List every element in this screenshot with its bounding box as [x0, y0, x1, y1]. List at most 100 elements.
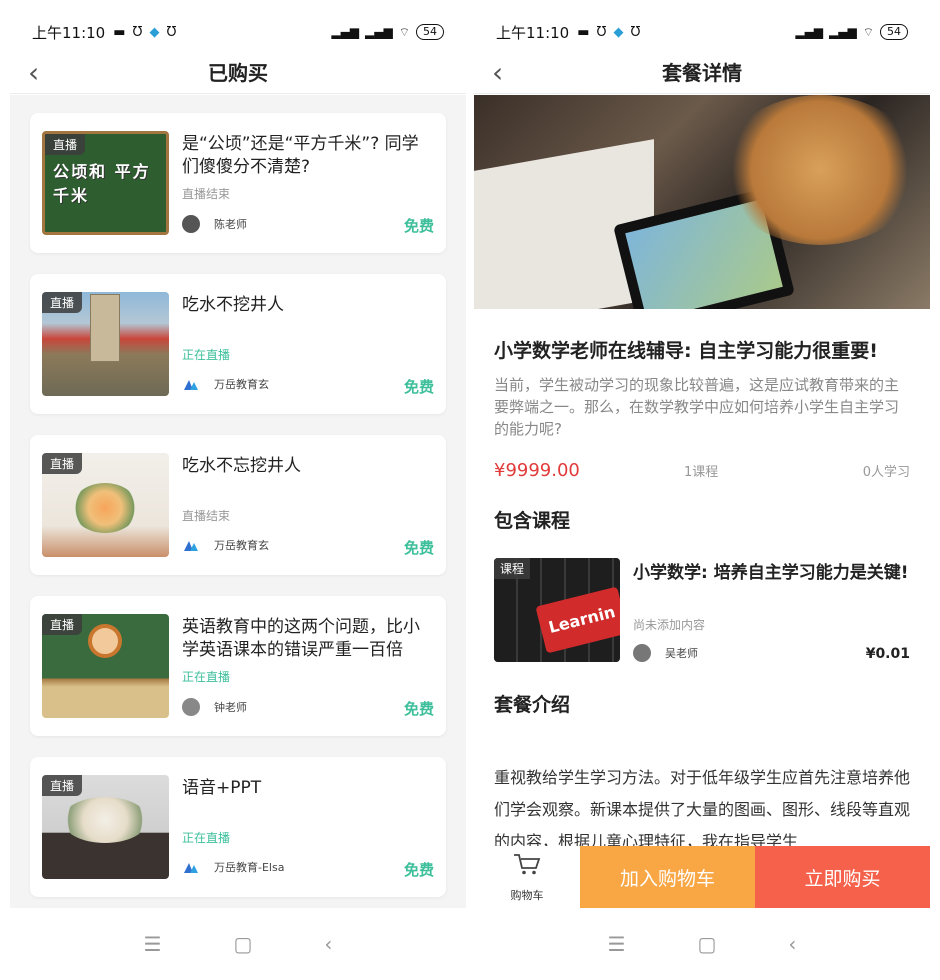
- shield-icon: Ʊ: [630, 24, 641, 40]
- card-title: 语音+PPT: [182, 778, 262, 798]
- system-nav-bar: ☰ ▢ ‹: [10, 908, 466, 980]
- wifi-icon: ⌔: [398, 24, 410, 39]
- back-nav-icon[interactable]: ‹: [788, 932, 796, 956]
- signal-icon: ▂▄▆: [795, 25, 824, 39]
- avatar: [182, 215, 200, 233]
- buy-now-button[interactable]: 立即购买: [755, 846, 930, 909]
- live-badge: 直播: [42, 453, 83, 474]
- add-to-cart-button[interactable]: 加入购物车: [580, 846, 755, 909]
- signal-icon: ▂▄▆: [829, 25, 857, 39]
- price-label: 免费: [403, 217, 434, 235]
- message-icon: ▬: [113, 24, 126, 40]
- battery-icon: 54: [416, 24, 444, 40]
- course-thumbnail: 直播: [42, 614, 169, 718]
- live-badge: 直播: [45, 134, 86, 155]
- course-thumbnail: 直播: [42, 292, 169, 396]
- course-subtitle: 尚未添加内容: [633, 618, 706, 632]
- shield-icon: Ʊ: [132, 24, 143, 40]
- list-item[interactable]: 直播 吃水不挖井人 正在直播 万岳教育玄 免费: [30, 274, 446, 414]
- page-title: 套餐详情: [662, 61, 742, 85]
- brand-logo-icon: [182, 377, 200, 391]
- course-count: 1课程: [684, 465, 719, 480]
- teacher-name: 万岳教育玄: [214, 378, 269, 391]
- list-item[interactable]: Learnin 课程 小学数学: 培养自主学习能力是关键! 尚未添加内容 吴老师…: [494, 558, 910, 664]
- course-price: ¥0.01: [865, 646, 910, 662]
- nav-bar: ‹ 已购买: [10, 50, 466, 94]
- system-nav-bar: ☰ ▢ ‹: [474, 908, 930, 980]
- included-courses-heading: 包含课程: [494, 510, 571, 532]
- menu-icon[interactable]: ☰: [144, 932, 162, 956]
- price-label: 免费: [403, 700, 434, 718]
- package-description: 当前，学生被动学习的现象比较普遍，这是应试教育带来的主要弊端之一。那么，在数学教…: [494, 376, 900, 438]
- home-icon[interactable]: ▢: [698, 932, 717, 956]
- back-icon[interactable]: ‹: [492, 56, 503, 89]
- shield-icon: Ʊ: [596, 24, 607, 40]
- cart-icon: [512, 852, 542, 883]
- home-icon[interactable]: ▢: [234, 932, 253, 956]
- cart-tab[interactable]: 购物车: [474, 846, 580, 909]
- list-item[interactable]: 直播 语音+PPT 正在直播 万岳教育-Elsa 免费: [30, 757, 446, 897]
- hero-image: [474, 95, 930, 309]
- card-status: 正在直播: [182, 670, 231, 684]
- list-item[interactable]: 直播 吃水不忘挖井人 直播结束 万岳教育玄 免费: [30, 435, 446, 575]
- app-icon: ◆: [149, 24, 160, 40]
- thumbnail-text: 公顷和 平方千米: [53, 162, 151, 205]
- avatar: [633, 644, 651, 662]
- avatar: [182, 698, 200, 716]
- back-icon[interactable]: ‹: [28, 56, 39, 89]
- teacher-name: 万岳教育-Elsa: [214, 861, 285, 874]
- card-status: 直播结束: [182, 187, 231, 201]
- card-status: 正在直播: [182, 831, 231, 845]
- package-title: 小学数学老师在线辅导: 自主学习能力很重要!: [494, 340, 878, 362]
- right-screen: 上午11:10 ▬ Ʊ ◆ Ʊ ▂▄▆ ▂▄▆ ⌔ 54 ‹ 套餐详情 小学数学…: [474, 0, 930, 980]
- course-title: 小学数学: 培养自主学习能力是关键!: [633, 563, 909, 583]
- teacher-name: 吴老师: [665, 647, 698, 660]
- left-screen: 上午11:10 ▬ Ʊ ◆ Ʊ ▂▄▆ ▂▄▆ ⌔ 54 ‹ 已购买 公顷和 平…: [10, 0, 466, 980]
- course-badge: 课程: [494, 558, 531, 579]
- teacher-name: 万岳教育玄: [214, 539, 269, 552]
- card-status: 直播结束: [182, 509, 231, 523]
- child-head-image: [720, 95, 920, 245]
- signal-icon: ▂▄▆: [331, 25, 360, 39]
- card-title: 是“公顷”还是“平方千米”? 同学们傻傻分不清楚?: [182, 134, 419, 177]
- teacher-name: 陈老师: [214, 218, 247, 231]
- card-title: 吃水不挖井人: [182, 295, 284, 315]
- purchased-list: 公顷和 平方千米 直播 是“公顷”还是“平方千米”? 同学们傻傻分不清楚? 直播…: [10, 95, 466, 908]
- message-icon: ▬: [577, 24, 590, 40]
- live-badge: 直播: [42, 292, 83, 313]
- teacher-name: 钟老师: [214, 701, 247, 714]
- list-item[interactable]: 直播 英语教育中的这两个问题，比小学英语课本的错误严重一百倍 正在直播 钟老师 …: [30, 596, 446, 736]
- learner-count: 0人学习: [862, 465, 910, 480]
- flower-image: [62, 797, 148, 843]
- app-icon: ◆: [613, 24, 624, 40]
- status-bar: 上午11:10 ▬ Ʊ ◆ Ʊ ▂▄▆ ▂▄▆ ⌔ 54: [474, 14, 930, 50]
- flower-image: [72, 483, 138, 533]
- shield-icon: Ʊ: [166, 24, 177, 40]
- action-bar: 购物车 加入购物车 立即购买: [474, 846, 930, 909]
- nav-bar: ‹ 套餐详情: [474, 50, 930, 94]
- stone-tablet-image: [90, 294, 120, 362]
- status-bar: 上午11:10 ▬ Ʊ ◆ Ʊ ▂▄▆ ▂▄▆ ⌔ 54: [10, 14, 466, 50]
- menu-icon[interactable]: ☰: [608, 932, 626, 956]
- back-nav-icon[interactable]: ‹: [324, 932, 332, 956]
- price-label: 免费: [403, 539, 434, 557]
- brand-logo-icon: [182, 538, 200, 552]
- status-time: 上午11:10: [32, 23, 106, 42]
- package-price: ¥9999.00: [494, 460, 580, 481]
- list-item[interactable]: 公顷和 平方千米 直播 是“公顷”还是“平方千米”? 同学们傻傻分不清楚? 直播…: [30, 113, 446, 253]
- page-title: 已购买: [208, 61, 268, 85]
- course-thumbnail: 直播: [42, 775, 169, 879]
- live-badge: 直播: [42, 614, 83, 635]
- live-badge: 直播: [42, 775, 83, 796]
- course-thumbnail: 直播: [42, 453, 169, 557]
- package-intro-text: 重视教给学生学习方法。对于低年级学生应首先注意培养他们学会观察。新课本提供了大量…: [494, 768, 911, 850]
- price-row: ¥9999.00 1课程 0人学习: [494, 460, 910, 481]
- battery-icon: 54: [880, 24, 908, 40]
- brand-logo-icon: [182, 860, 200, 874]
- price-label: 免费: [403, 861, 434, 879]
- teacher-cartoon-image: [88, 624, 122, 658]
- cart-label: 购物车: [510, 889, 544, 902]
- course-thumbnail: Learnin 课程: [494, 558, 620, 662]
- course-thumbnail: 公顷和 平方千米 直播: [42, 131, 169, 235]
- status-time: 上午11:10: [496, 23, 570, 42]
